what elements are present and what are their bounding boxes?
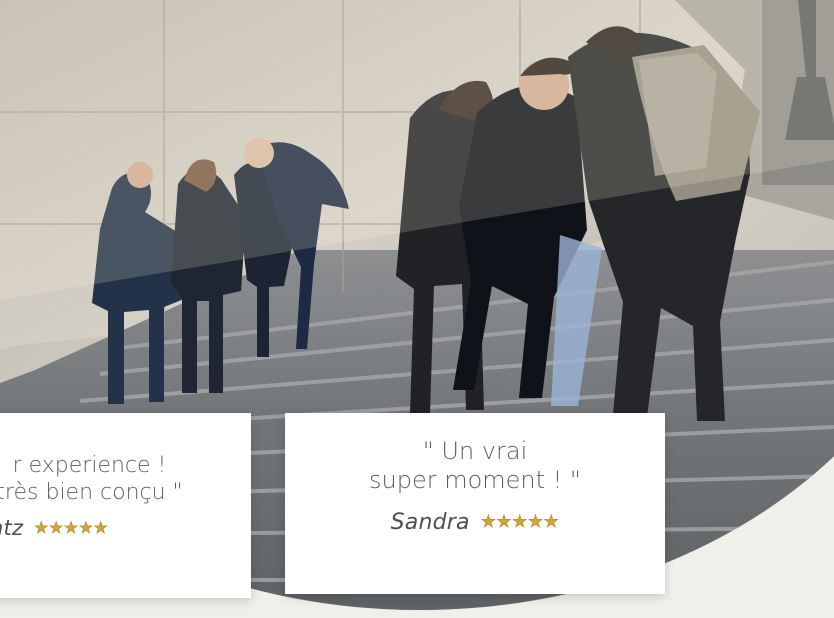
review-author-line: Sandra ★★★★★ (285, 510, 665, 535)
five-star-rating-icon: ★★★★★ (34, 517, 109, 537)
review-quote: r experience ! très bien conçu " (0, 453, 183, 505)
five-star-rating-icon: ★★★★★ (480, 511, 560, 532)
review-card: " Un vrai super moment ! " Sandra ★★★★★ (285, 413, 665, 594)
testimonial-section: r experience ! très bien conçu " ntz ★★★… (0, 0, 834, 618)
review-author: ntz (0, 515, 24, 540)
review-quote: " Un vrai super moment ! " (369, 437, 581, 495)
review-author: Sandra (390, 509, 470, 535)
review-author-line: ntz ★★★★★ (0, 516, 251, 540)
review-card: r experience ! très bien conçu " ntz ★★★… (0, 413, 251, 598)
